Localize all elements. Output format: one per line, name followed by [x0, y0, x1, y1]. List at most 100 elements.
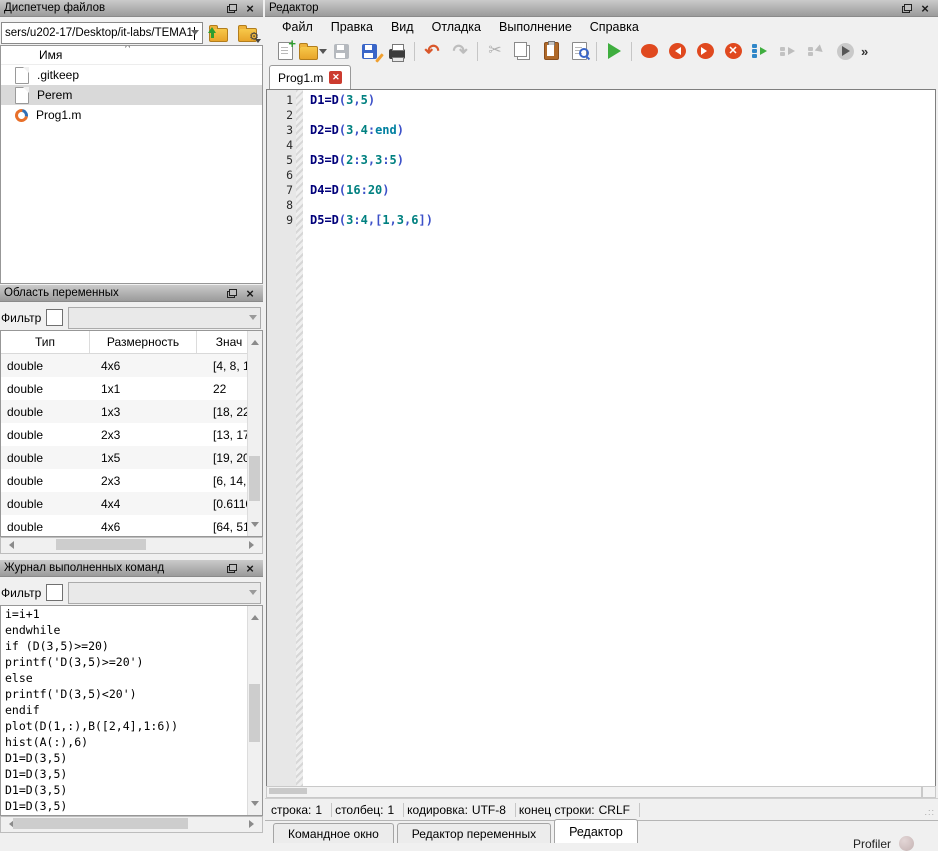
menu-item[interactable]: Выполнение [490, 18, 581, 36]
file-list-name-column-header[interactable]: Имя [1, 46, 262, 65]
code-line[interactable] [310, 108, 935, 123]
menu-item[interactable]: Справка [581, 18, 648, 36]
browser-actions-button[interactable]: ⚙ [234, 21, 261, 45]
horizontal-scrollbar[interactable] [0, 816, 263, 833]
filter-combobox[interactable] [68, 582, 261, 604]
history-command[interactable]: printf('D(3,5)>=20') [1, 654, 262, 670]
code-text[interactable]: D1=D(3,5) D2=D(3,4:end) D3=D(2:3,3:5) D4… [303, 90, 935, 787]
column-header[interactable]: Тип [1, 331, 90, 353]
copy-button[interactable] [509, 38, 537, 64]
toggle-breakpoint-button[interactable] [635, 38, 663, 64]
scroll-up-icon[interactable] [251, 336, 259, 345]
filter-checkbox[interactable] [46, 309, 63, 326]
print-button[interactable] [383, 38, 411, 64]
variable-row[interactable]: double4x4[0.6110, [1, 492, 262, 515]
code-line[interactable] [310, 138, 935, 153]
code-line[interactable] [310, 168, 935, 183]
code-line[interactable]: D3=D(2:3,3:5) [310, 153, 935, 168]
undock-icon[interactable] [223, 286, 241, 301]
history-command[interactable]: plot(D(1,:),B([2,4],1:6)) [1, 718, 262, 734]
remove-breakpoints-button[interactable]: ✕ [719, 38, 747, 64]
open-file-button[interactable] [299, 38, 327, 64]
vertical-scrollbar[interactable] [247, 606, 262, 815]
filter-checkbox[interactable] [46, 584, 63, 601]
save-as-button[interactable] [355, 38, 383, 64]
code-line[interactable] [310, 198, 935, 213]
filter-combobox[interactable] [68, 307, 261, 329]
variable-row[interactable]: double1x122 [1, 377, 262, 400]
file-row[interactable]: Prog1.m [1, 105, 262, 125]
code-editor-area[interactable]: 123456789 D1=D(3,5) D2=D(3,4:end) D3=D(2… [266, 89, 936, 788]
tab-prog1m[interactable]: Prog1.m ✕ [269, 65, 351, 89]
horizontal-scrollbar[interactable] [266, 786, 922, 798]
code-line[interactable]: D1=D(3,5) [310, 93, 935, 108]
history-command[interactable]: endif [1, 702, 262, 718]
undock-icon[interactable] [898, 1, 916, 16]
horizontal-scrollbar[interactable] [0, 537, 263, 554]
find-replace-button[interactable] [565, 38, 593, 64]
menu-item[interactable]: Правка [322, 18, 382, 36]
code-line[interactable]: D4=D(16:20) [310, 183, 935, 198]
close-icon[interactable]: × [241, 1, 259, 16]
close-icon[interactable]: × [241, 286, 259, 301]
paste-button[interactable] [537, 38, 565, 64]
scroll-left-icon[interactable] [5, 541, 14, 549]
history-command[interactable]: D1=D(3,5) [1, 798, 262, 814]
profiler-toggle[interactable]: Profiler [853, 836, 914, 851]
one-directory-up-button[interactable] [205, 21, 232, 45]
scrollbar-thumb[interactable] [249, 684, 260, 742]
scrollbar-thumb[interactable] [56, 539, 146, 550]
tab-close-icon[interactable]: ✕ [329, 71, 342, 84]
dock-tab[interactable]: Командное окно [273, 823, 394, 843]
resize-grip-icon[interactable]: .:: [924, 807, 935, 817]
toolbar-overflow-button[interactable]: » [861, 44, 868, 59]
code-line[interactable]: D2=D(3,4:end) [310, 123, 935, 138]
scroll-down-icon[interactable] [251, 801, 259, 810]
scroll-right-icon[interactable] [249, 820, 258, 828]
close-icon[interactable]: × [241, 561, 259, 576]
run-script-button[interactable] [600, 38, 628, 64]
history-command[interactable]: D1=D(3,5) [1, 782, 262, 798]
history-command[interactable]: D1=D(3,5) [1, 750, 262, 766]
scroll-right-icon[interactable] [249, 541, 258, 549]
history-command[interactable]: endwhile [1, 622, 262, 638]
history-command[interactable]: else [1, 670, 262, 686]
dock-tab[interactable]: Редактор переменных [397, 823, 551, 843]
scrollbar-thumb[interactable] [13, 818, 188, 829]
variable-row[interactable]: double1x3[18, 22, 2 [1, 400, 262, 423]
scrollbar-thumb[interactable] [269, 788, 307, 794]
history-command[interactable]: D1=D(3,5) [1, 766, 262, 782]
menu-item[interactable]: Отладка [423, 18, 490, 36]
undo-button[interactable]: ↶ [418, 38, 446, 64]
dock-tab[interactable]: Редактор [554, 819, 638, 843]
file-row[interactable]: .gitkeep [1, 65, 262, 85]
variable-row[interactable]: double2x3[13, 17, 2 [1, 423, 262, 446]
chevron-down-icon[interactable] [191, 30, 199, 39]
undock-icon[interactable] [223, 1, 241, 16]
history-command[interactable]: if (D(3,5)>=20) [1, 638, 262, 654]
file-row[interactable]: Perem [1, 85, 262, 105]
new-script-button[interactable]: + [271, 38, 299, 64]
step-button[interactable] [747, 38, 775, 64]
column-header[interactable]: Размерность [90, 331, 197, 353]
scroll-up-icon[interactable] [251, 611, 259, 620]
history-command[interactable]: printf('D(3,5)<20') [1, 686, 262, 702]
directory-path-combobox[interactable]: sers/u202-17/Desktop/it-labs/TEMA1 [1, 22, 203, 44]
undock-icon[interactable] [223, 561, 241, 576]
history-command[interactable]: hist(A(:),6) [1, 734, 262, 750]
scrollbar-thumb[interactable] [249, 456, 260, 501]
variable-row[interactable]: double4x6[4, 8, 12, [1, 354, 262, 377]
code-line[interactable]: D5=D(3:4,[1,3,6]) [310, 213, 935, 228]
close-icon[interactable]: × [916, 1, 934, 16]
menu-item[interactable]: Файл [273, 18, 322, 36]
variable-row[interactable]: double1x5[19, 20, 2 [1, 446, 262, 469]
scroll-down-icon[interactable] [251, 522, 259, 531]
previous-breakpoint-button[interactable] [663, 38, 691, 64]
variable-row[interactable]: double4x6[64, 512, [1, 515, 262, 537]
breakpoint-margin[interactable] [296, 90, 303, 787]
menu-item[interactable]: Вид [382, 18, 423, 36]
vertical-scrollbar[interactable] [247, 331, 262, 536]
next-breakpoint-button[interactable] [691, 38, 719, 64]
history-command[interactable]: i=i+1 [1, 606, 262, 622]
variable-row[interactable]: double2x3[6, 14, 26 [1, 469, 262, 492]
